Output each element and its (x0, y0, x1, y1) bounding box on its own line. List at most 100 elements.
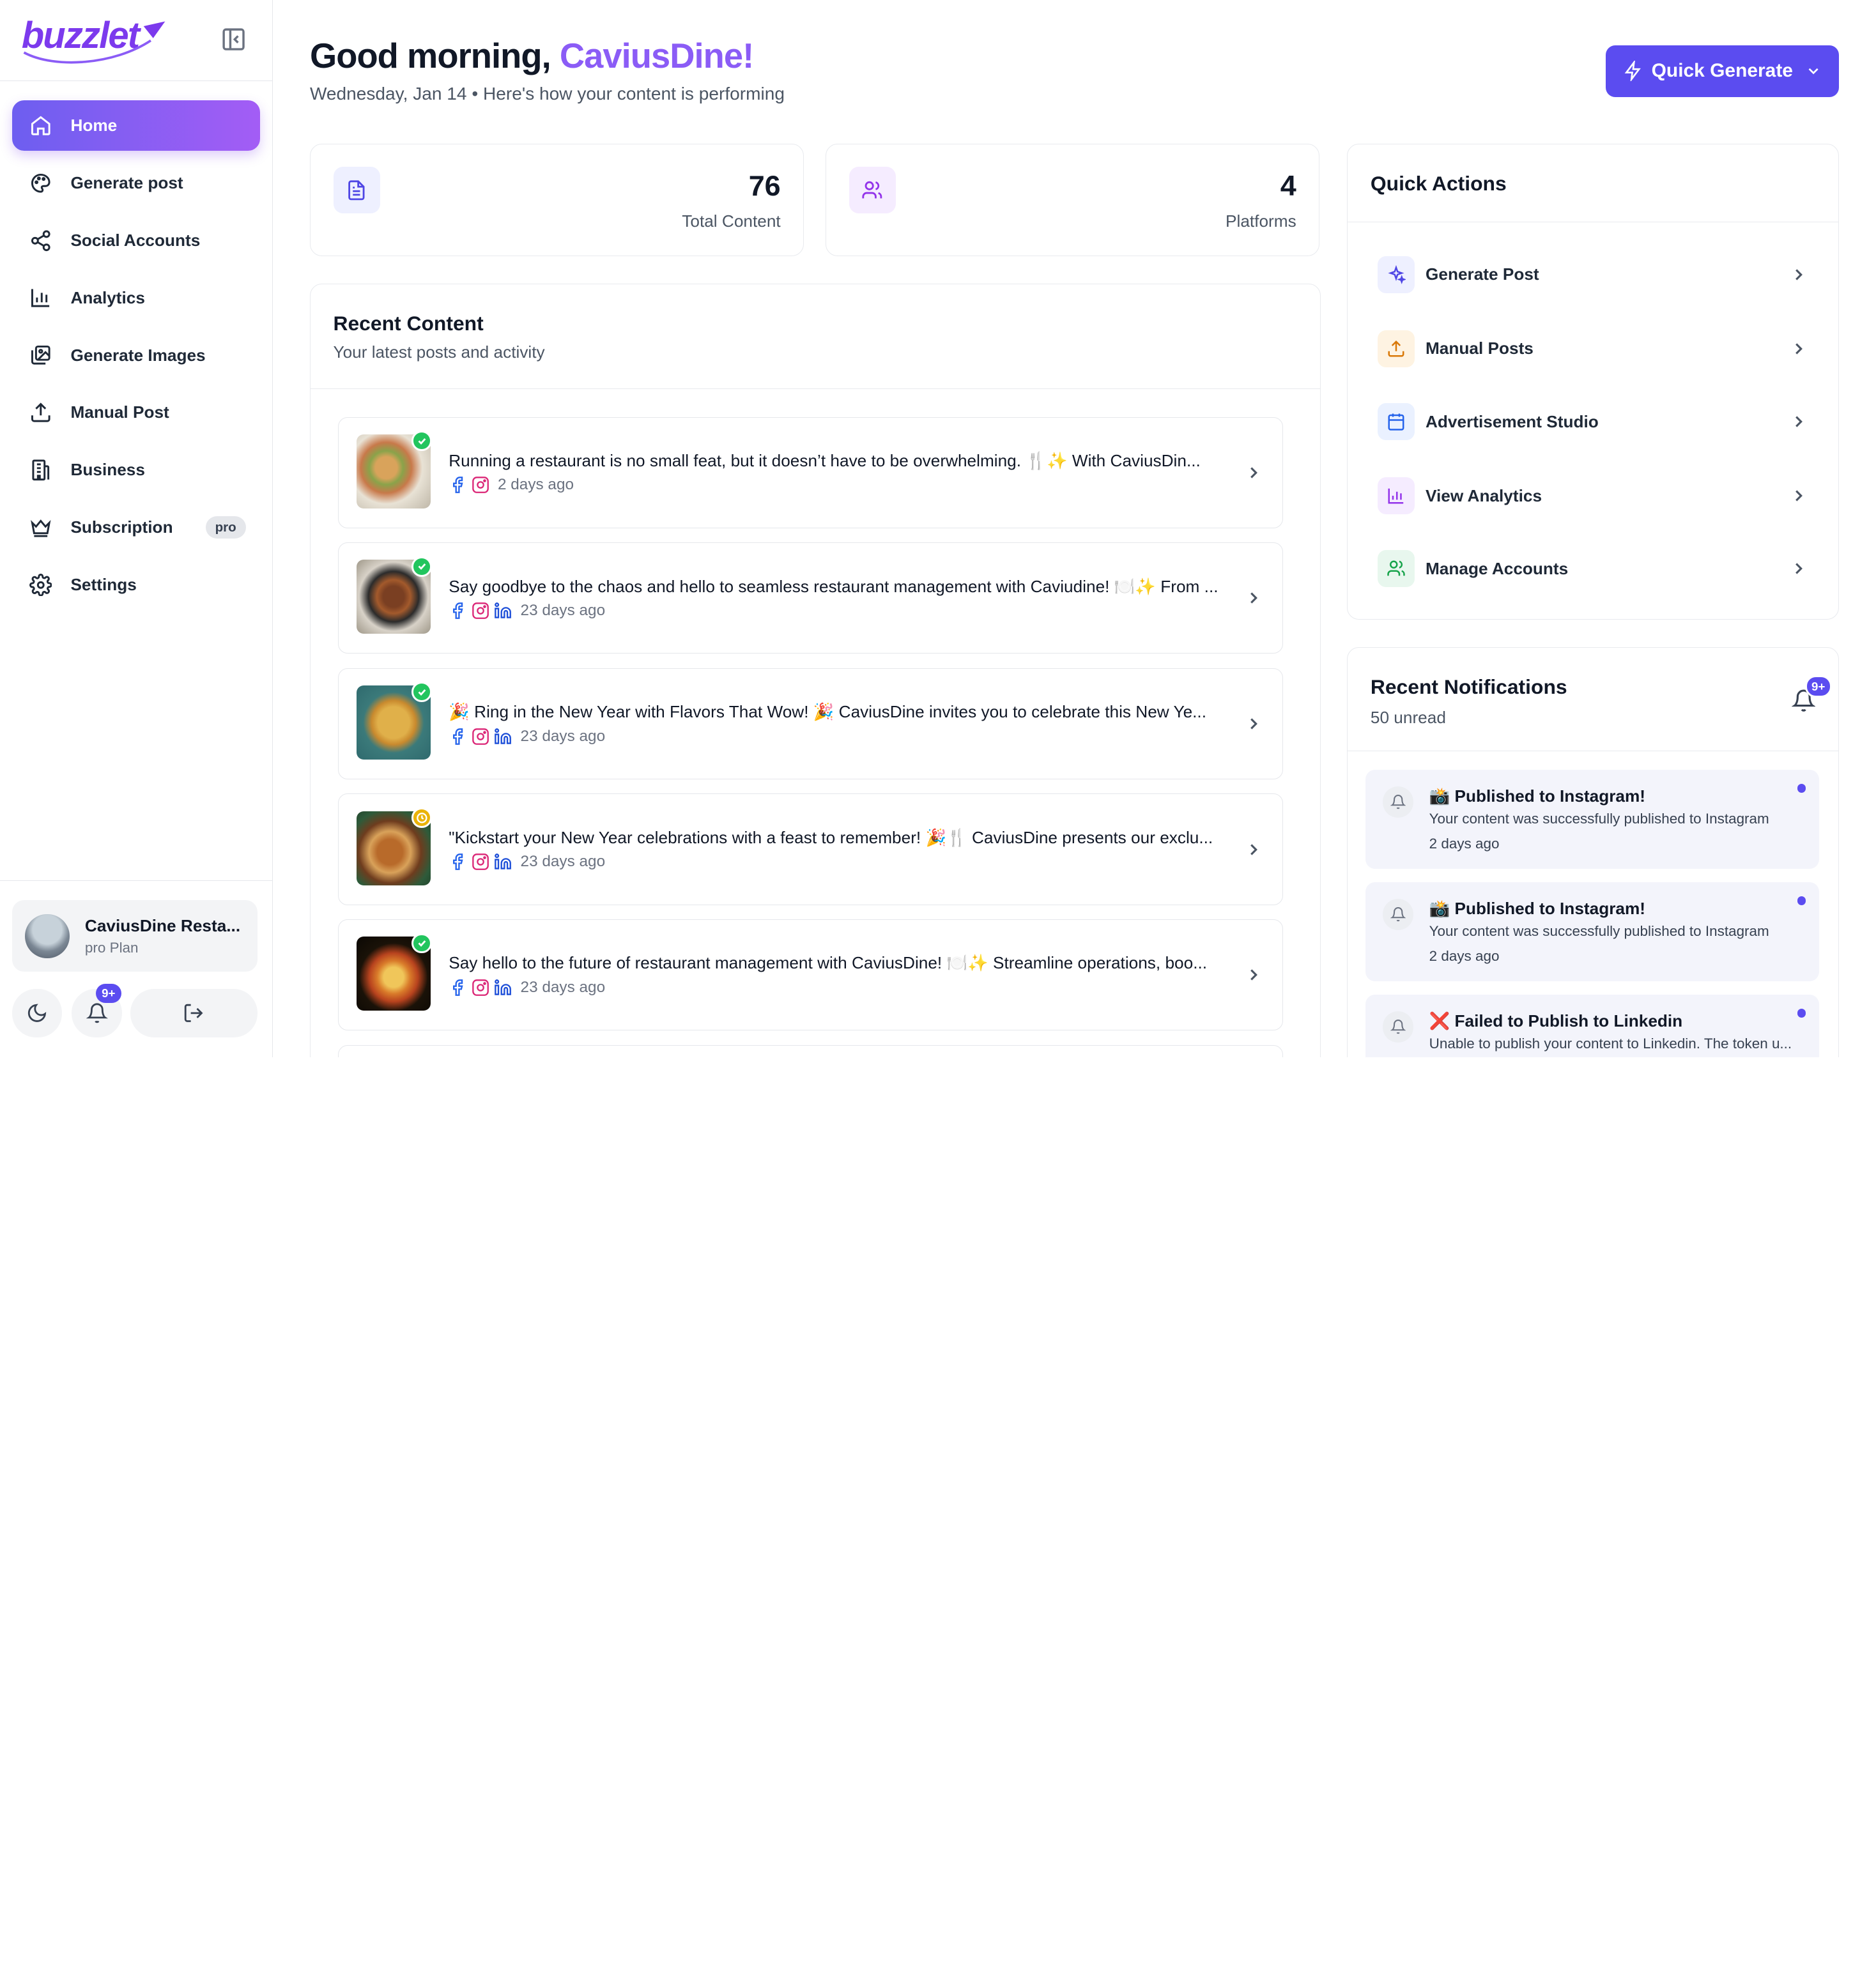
sidebar-item-settings[interactable]: Settings (12, 560, 260, 610)
user-profile-card[interactable]: CaviusDine Resta... pro Plan (12, 900, 258, 972)
notification-item[interactable]: ❌ Failed to Publish to Linkedin Unable t… (1365, 994, 1820, 1058)
stat-card-platforms: 4 Platforms (825, 143, 1320, 256)
recent-content-card: Recent Content Your latest posts and act… (309, 283, 1321, 1058)
linkedin-icon (495, 728, 512, 744)
sidebar-nav: Home Generate post Social Accounts Analy… (0, 81, 272, 636)
notification-time: 2 days ago (1429, 947, 1500, 964)
content-list-item[interactable]: "Kickstart your New Year celebrations wi… (338, 793, 1284, 905)
post-meta: 23 days ago (449, 853, 605, 871)
post-time: 23 days ago (520, 601, 606, 619)
facebook-icon (453, 979, 463, 996)
post-time: 23 days ago (520, 978, 606, 996)
quick-action-advertisement-studio[interactable]: Advertisement Studio (1378, 400, 1808, 443)
chevron-right-icon (1250, 592, 1258, 604)
chevron-right-icon (1795, 269, 1803, 280)
stat-card-total-content: 76 Total Content (309, 143, 804, 256)
sidebar-item-social-accounts[interactable]: Social Accounts (12, 215, 260, 266)
bell-icon (1382, 899, 1414, 930)
sidebar-item-generate-post[interactable]: Generate post (12, 158, 260, 208)
chevron-right-icon (1250, 843, 1258, 855)
logo-swoosh-icon (23, 21, 165, 64)
moon-icon (28, 1004, 47, 1022)
home-icon (29, 114, 52, 137)
facebook-icon (453, 602, 463, 619)
notification-item[interactable]: 📸 Published to Instagram! Your content w… (1365, 882, 1820, 982)
quick-action-manage-accounts[interactable]: Manage Accounts (1378, 547, 1808, 590)
quick-action-generate-post[interactable]: Generate Post (1378, 253, 1808, 296)
logout-button[interactable] (130, 988, 258, 1038)
content-list-item[interactable] (338, 1044, 1284, 1058)
post-meta: 23 days ago (449, 979, 605, 997)
sidebar-item-generate-images[interactable]: Generate Images (12, 330, 260, 381)
calendar-icon (1378, 403, 1415, 441)
avatar (25, 914, 70, 958)
bell-icon (86, 1003, 108, 1023)
current-date: Wednesday, Jan 14 (309, 84, 467, 104)
published-check-icon (411, 431, 433, 451)
crown-icon (29, 516, 52, 539)
subtitle-separator: • (472, 84, 479, 104)
unread-dot (1797, 784, 1806, 793)
sidebar-item-label: Generate Images (70, 345, 206, 365)
share-icon (29, 229, 52, 252)
quick-action-label: Generate Post (1425, 264, 1539, 284)
scheduled-clock-icon (411, 807, 433, 828)
post-time: 23 days ago (520, 727, 606, 745)
chevron-right-icon (1250, 969, 1258, 981)
chevron-right-icon (1795, 416, 1803, 427)
published-check-icon (411, 933, 433, 954)
users-icon (849, 167, 896, 214)
sparkles-icon (1378, 256, 1415, 293)
collapse-sidebar-icon[interactable] (220, 26, 247, 52)
greeting-text: Good morning, (309, 36, 551, 76)
quick-action-label: Manage Accounts (1425, 558, 1569, 578)
sidebar-item-business[interactable]: Business (12, 445, 260, 496)
unread-dot (1797, 896, 1806, 905)
quick-generate-label: Quick Generate (1651, 60, 1793, 82)
notification-body: Your content was successfully published … (1429, 922, 1769, 939)
user-name: CaviusDine Resta... (84, 915, 241, 935)
quick-action-manual-posts[interactable]: Manual Posts (1378, 327, 1808, 370)
gear-icon (29, 573, 52, 597)
sidebar-item-analytics[interactable]: Analytics (12, 273, 260, 323)
instagram-icon (472, 853, 489, 871)
published-check-icon (411, 556, 433, 577)
quick-generate-button[interactable]: Quick Generate (1605, 45, 1839, 97)
chevron-right-icon (1795, 343, 1803, 355)
post-meta: 23 days ago (449, 728, 605, 746)
notification-item[interactable]: 📸 Published to Instagram! Your content w… (1365, 769, 1820, 869)
quick-action-label: View Analytics (1425, 486, 1542, 505)
chevron-right-icon (1795, 490, 1803, 501)
sidebar-item-label: Home (70, 116, 118, 135)
chevron-down-icon (1808, 68, 1818, 75)
sidebar-item-subscription[interactable]: Subscription pro (12, 502, 260, 553)
content-list-item[interactable]: Say goodbye to the chaos and hello to se… (338, 542, 1284, 654)
chevron-right-icon (1250, 718, 1258, 730)
notifications-button[interactable]: 9+ (72, 984, 122, 1038)
sidebar-item-home[interactable]: Home (12, 100, 261, 151)
content-list-item[interactable]: Say hello to the future of restaurant ma… (338, 919, 1284, 1031)
content-list-item[interactable]: 🎉 Ring in the New Year with Flavors That… (338, 668, 1284, 779)
logout-icon (185, 1004, 203, 1023)
post-meta: 23 days ago (449, 602, 605, 620)
user-plan: pro Plan (84, 939, 139, 956)
post-time: 2 days ago (497, 476, 574, 494)
subtitle-text: Here's how your content is performing (483, 84, 785, 104)
sidebar-item-label: Subscription (70, 517, 173, 537)
pro-badge: pro (205, 516, 246, 539)
recent-content-subtitle: Your latest posts and activity (333, 342, 545, 362)
notification-title: 📸 Published to Instagram! (1429, 786, 1645, 806)
instagram-icon (472, 602, 489, 619)
sidebar-item-manual-post[interactable]: Manual Post (12, 388, 260, 438)
instagram-icon (472, 979, 489, 996)
post-text: 🎉 Ring in the New Year with Flavors That… (449, 702, 1206, 722)
theme-toggle-button[interactable] (12, 988, 63, 1038)
bell-icon (1382, 786, 1414, 818)
sidebar-footer: CaviusDine Resta... pro Plan 9+ (0, 880, 272, 1038)
content-list-item[interactable]: Running a restaurant is no small feat, b… (338, 417, 1284, 528)
images-icon (29, 343, 52, 367)
users-icon (1378, 550, 1415, 588)
stat-value: 4 (1280, 169, 1296, 202)
quick-action-view-analytics[interactable]: View Analytics (1378, 474, 1808, 517)
notification-body: Unable to publish your content to Linked… (1429, 1035, 1792, 1052)
